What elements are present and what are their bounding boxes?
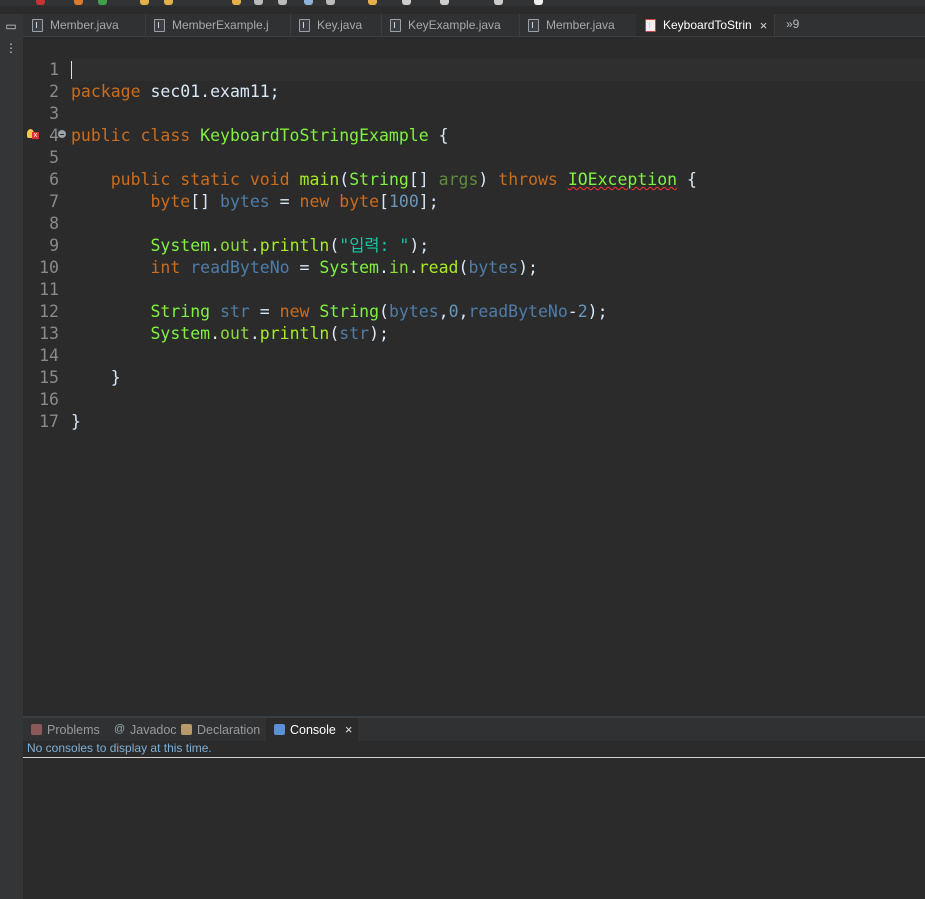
java-file-icon xyxy=(390,18,401,32)
tab-problems[interactable]: Problems xyxy=(23,718,100,741)
code-line[interactable]: 4 xyxy=(23,103,925,145)
tab-label: Member.java xyxy=(546,18,615,32)
javadoc-icon: @ xyxy=(114,723,126,735)
code-line[interactable]: 16 } xyxy=(23,367,925,431)
tab-label: Member.java xyxy=(50,18,119,32)
java-file-icon xyxy=(299,18,310,32)
code-line[interactable]: 14 } xyxy=(23,323,925,387)
tab-key-java[interactable]: Key.java xyxy=(290,14,382,36)
code-line[interactable]: 15 xyxy=(23,345,925,387)
code-editor[interactable]: 1 package sec01.exam11; 2 3 public class… xyxy=(23,37,925,716)
divider xyxy=(23,757,925,758)
code-line[interactable]: 13 xyxy=(23,301,925,343)
tab-label: Javadoc xyxy=(130,722,177,737)
java-error-file-icon xyxy=(645,18,656,32)
tab-label: Key.java xyxy=(317,18,363,32)
fold-collapse-icon[interactable] xyxy=(58,130,66,138)
tab-label: KeyboardToStrin xyxy=(663,18,752,32)
code-line[interactable]: 5 public static void main(String[] args)… xyxy=(23,125,925,189)
code-line[interactable]: 17 xyxy=(23,389,925,431)
toolbar-icon[interactable] xyxy=(164,0,173,5)
toolbar-icon[interactable] xyxy=(368,0,377,5)
console-icon xyxy=(274,724,285,735)
tab-member-java[interactable]: Member.java xyxy=(23,14,146,36)
toolbar-icon[interactable] xyxy=(278,0,287,5)
restore-icon[interactable]: ▭ xyxy=(4,19,18,33)
code-line[interactable]: 10 xyxy=(23,235,925,277)
tab-label: MemberExample.j xyxy=(172,18,269,32)
toolbar-icon[interactable] xyxy=(326,0,335,5)
main-toolbar xyxy=(0,0,925,6)
close-icon[interactable]: × xyxy=(345,722,353,737)
line-number: 17 xyxy=(39,412,59,431)
code-text: } xyxy=(71,412,81,431)
tab-label: Console xyxy=(290,722,336,737)
toolbar-icon[interactable] xyxy=(140,0,149,5)
tab-label: KeyExample.java xyxy=(408,18,501,32)
run-icon[interactable] xyxy=(98,0,107,5)
code-line[interactable]: 9 int readByteNo = System.in.read(bytes)… xyxy=(23,213,925,277)
code-line[interactable]: 8 System.out.println("입력: "); xyxy=(23,191,925,255)
console-view[interactable]: No consoles to display at this time. xyxy=(23,741,925,899)
tab-member-java-2[interactable]: Member.java xyxy=(519,14,637,36)
tab-overflow-button[interactable]: »9 xyxy=(786,17,799,31)
problems-icon xyxy=(31,724,42,735)
close-icon[interactable]: × xyxy=(760,18,768,33)
toolbar-icon[interactable] xyxy=(534,0,543,5)
console-empty-message: No consoles to display at this time. xyxy=(27,741,212,755)
code-line[interactable]: 6 byte[] bytes = new byte[100]; xyxy=(23,147,925,211)
debug-icon[interactable] xyxy=(36,0,45,5)
toolbar-icon[interactable] xyxy=(232,0,241,5)
code-line[interactable]: 12 System.out.println(str); xyxy=(23,279,925,343)
forward-icon[interactable] xyxy=(440,0,449,5)
tab-javadoc[interactable]: @ Javadoc xyxy=(106,718,177,741)
toolbar-icon[interactable] xyxy=(304,0,313,5)
bottom-panel-tab-bar: Problems @ Javadoc Declaration Console × xyxy=(23,718,925,741)
left-side-strip: ▭ ⋮ xyxy=(0,14,24,899)
text-cursor xyxy=(71,61,72,79)
menu-icon[interactable]: ⋮ xyxy=(4,41,18,55)
tab-console[interactable]: Console × xyxy=(266,718,359,741)
code-line[interactable]: 7 xyxy=(23,169,925,211)
toolbar-icon[interactable] xyxy=(494,0,503,5)
java-file-icon xyxy=(32,18,43,32)
java-file-icon xyxy=(154,18,165,32)
java-file-icon xyxy=(528,18,539,32)
quick-fix-error-icon[interactable]: x xyxy=(27,129,39,141)
tab-label: Declaration xyxy=(197,722,261,737)
back-icon[interactable] xyxy=(402,0,411,5)
tab-keyexample-java[interactable]: KeyExample.java xyxy=(381,14,520,36)
tab-label: Problems xyxy=(47,722,100,737)
tab-memberexample-java[interactable]: MemberExample.j xyxy=(145,14,291,36)
declaration-icon xyxy=(181,724,192,735)
toolbar-icon[interactable] xyxy=(254,0,263,5)
code-line[interactable]: 1 package sec01.exam11; xyxy=(23,37,925,101)
code-line[interactable]: 3 public class KeyboardToStringExample { xyxy=(23,81,925,145)
tab-declaration[interactable]: Declaration xyxy=(173,718,260,741)
toolbar-icon[interactable] xyxy=(74,0,83,5)
code-line[interactable]: 11 String str = new String(bytes,0,readB… xyxy=(23,257,925,321)
code-line[interactable]: 2 xyxy=(23,59,925,101)
tab-keyboardtostring[interactable]: KeyboardToStrin × xyxy=(636,14,775,36)
